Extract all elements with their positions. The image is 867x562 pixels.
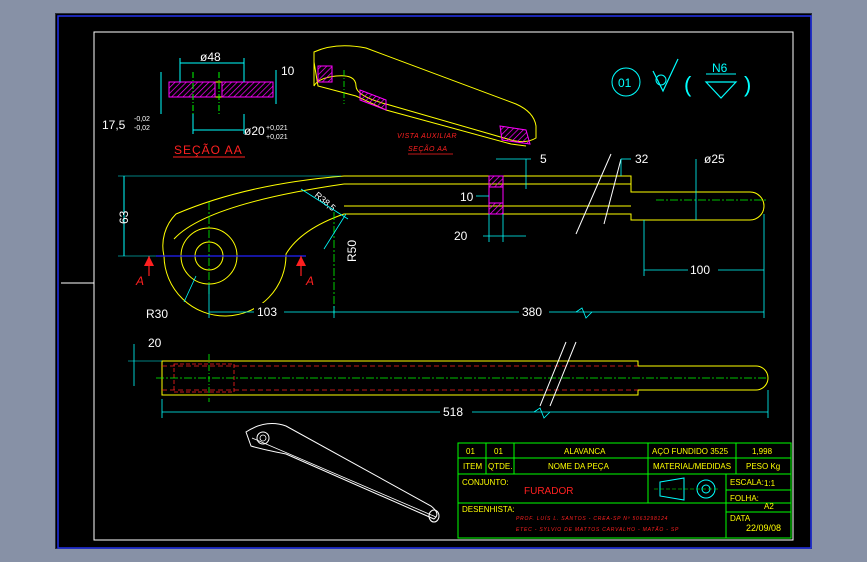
tb-escala-label: ESCALA:: [730, 478, 764, 487]
tb-name-label: NOME DA PEÇA: [548, 462, 610, 471]
svg-text:(: (: [684, 72, 692, 97]
tb-material-label: MATERIAL/MEDIDAS: [653, 462, 731, 471]
aux-view-subtitle: SEÇÃO AA: [408, 144, 448, 153]
dim-63: 63: [117, 210, 131, 224]
section-dim-bore-tol-top: +0,021: [266, 125, 288, 132]
finish-triangle-icon: [704, 81, 738, 99]
tb-item-value: 01: [466, 447, 475, 456]
tb-material: AÇO FUNDIDO 3525: [652, 447, 729, 456]
section-dim-left-tol-bottom: -0,02: [134, 125, 150, 132]
tb-weight-label: PESO Kg: [746, 462, 780, 471]
dim-10: 10: [460, 190, 474, 204]
aux-view: VISTA AUXILIAR SEÇÃO AA: [313, 45, 537, 155]
dim-380: 380: [522, 305, 542, 319]
tb-desenhista-line1: PROF. LUÍS L. SANTOS - CREA-SP Nº 506329…: [516, 515, 668, 522]
dim-20-front: 20: [454, 229, 468, 243]
title-block: [457, 442, 792, 539]
tb-data-value: 22/09/08: [746, 523, 781, 533]
dim-32: 32: [635, 152, 649, 166]
top-view: 20 518: [128, 336, 769, 419]
section-dim-bore-tol-bottom: +0,021: [266, 134, 288, 141]
section-mark-left: A: [135, 274, 144, 288]
section-dim-right: 10: [281, 64, 295, 78]
aux-view-title: VISTA AUXILIAR: [397, 133, 457, 140]
tb-desenhista-label: DESENHISTA:: [462, 505, 515, 514]
section-dim-left: 17,5: [102, 118, 126, 132]
finish-symbols: 01 ( ) N6: [611, 58, 751, 99]
tb-escala-value: 1:1: [764, 479, 776, 488]
section-dim-left-tol-top: -0,02: [134, 116, 150, 123]
tb-weight: 1,998: [752, 447, 773, 456]
surface-finish: N6: [712, 61, 728, 75]
roughness-check-icon: [652, 58, 679, 93]
section-mark-right: A: [305, 274, 314, 288]
drawing-viewport[interactable]: ø48 10 17,5 -0,02 -0,02 ø20 +0,021 +0,02…: [55, 13, 812, 549]
dim-r30: R30: [146, 307, 168, 321]
dim-20-top: 20: [148, 336, 162, 350]
dim-5: 5: [540, 152, 547, 166]
section-aa-view: ø48 10 17,5 -0,02 -0,02 ø20 +0,021 +0,02…: [102, 50, 295, 158]
dim-103: 103: [257, 305, 277, 319]
part-number: 01: [618, 76, 632, 90]
tb-conjunto-value: FURADOR: [524, 486, 573, 497]
cad-drawing: ø48 10 17,5 -0,02 -0,02 ø20 +0,021 +0,02…: [57, 15, 812, 549]
svg-text:): ): [744, 72, 751, 97]
tb-part-name: ALAVANCA: [564, 447, 606, 456]
isometric-view: [245, 423, 440, 523]
tb-item-label: ITEM: [463, 462, 482, 471]
tb-folha-value: A2: [764, 502, 774, 511]
dim-100: 100: [690, 263, 710, 277]
tb-data-label: DATA: [730, 514, 751, 523]
tb-qty-value: 01: [494, 447, 503, 456]
dim-518: 518: [443, 405, 463, 419]
front-view: A A 63 R38,5 R50 5 10 20 32 ø25 100 R30: [117, 152, 768, 321]
section-dim-top: ø48: [200, 50, 221, 64]
section-aa-title: SEÇÃO AA: [174, 143, 243, 157]
tb-qty-label: QTDE.: [488, 462, 512, 471]
tb-conjunto-label: CONJUNTO:: [462, 478, 509, 487]
tb-desenhista-line2: ETEC - SYLVIO DE MATTOS CARVALHO - MATÃO…: [516, 526, 679, 533]
dim-r50: R50: [345, 240, 359, 262]
section-dim-bore: ø20: [244, 124, 265, 138]
dim-phi25: ø25: [704, 152, 725, 166]
tb-folha-label: FOLHA:: [730, 494, 759, 503]
